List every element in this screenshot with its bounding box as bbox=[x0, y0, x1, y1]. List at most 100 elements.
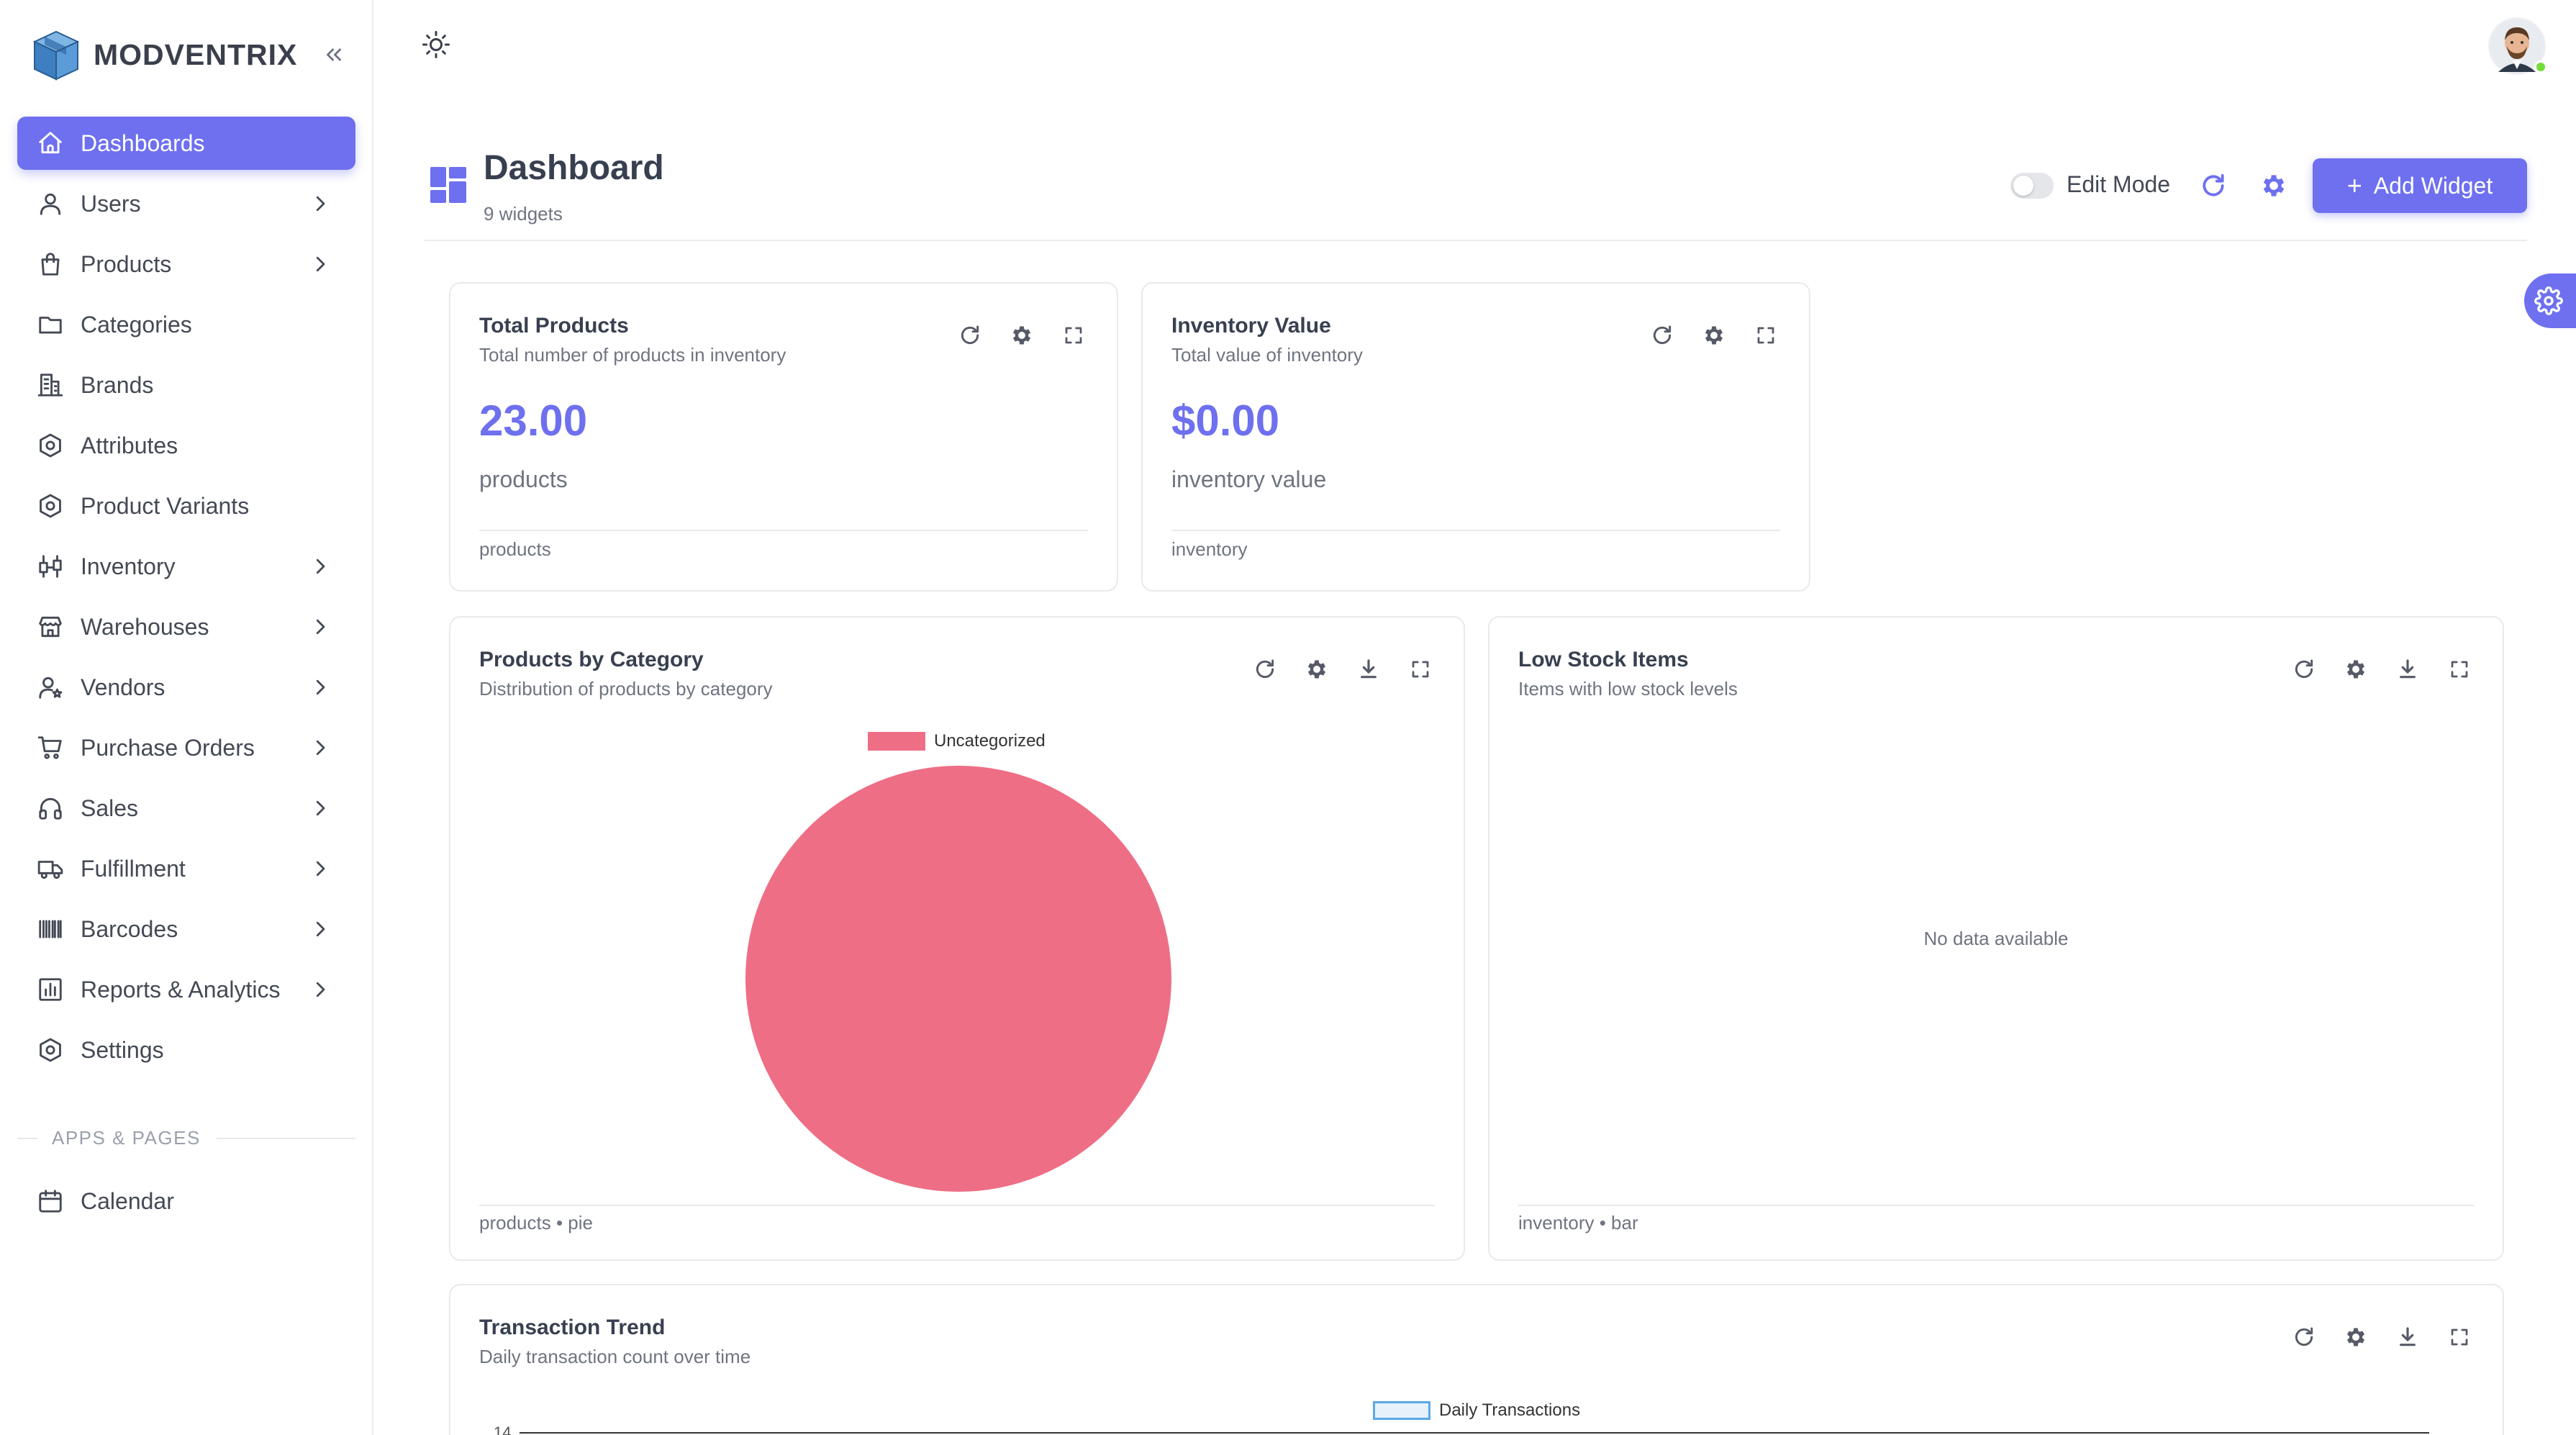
sidebar-item-attributes[interactable]: Attributes bbox=[17, 419, 355, 472]
widget-refresh-button[interactable] bbox=[2290, 1323, 2318, 1352]
chevron-right-icon bbox=[316, 679, 325, 695]
sidebar-item-label: Sales bbox=[81, 795, 139, 821]
sidebar-item-fulfillment[interactable]: Fulfillment bbox=[17, 842, 355, 895]
nav-icon bbox=[36, 733, 65, 762]
chevron-right-icon bbox=[309, 858, 331, 879]
sidebar-item-inventory[interactable]: Inventory bbox=[17, 540, 355, 593]
dashboard-settings-button[interactable] bbox=[2257, 168, 2291, 203]
transfer-icon bbox=[39, 555, 62, 578]
headphones-icon bbox=[39, 797, 62, 820]
nav-icon bbox=[36, 310, 65, 339]
chevron-right-icon bbox=[316, 800, 325, 816]
gear-icon bbox=[1307, 660, 1326, 679]
kpi-value: 23.00 bbox=[479, 397, 588, 445]
section-label: APPS & PAGES bbox=[17, 1127, 355, 1149]
gear-icon bbox=[1012, 326, 1031, 345]
chevron-right-icon bbox=[316, 619, 325, 635]
sidebar-item-brands[interactable]: Brands bbox=[17, 358, 355, 412]
line-legend-swatch bbox=[1373, 1401, 1430, 1420]
edit-mode-toggle[interactable] bbox=[2010, 173, 2054, 199]
refresh-dashboard-button[interactable] bbox=[2196, 168, 2231, 203]
brand-logo-icon bbox=[32, 30, 80, 81]
fullscreen-icon bbox=[1065, 327, 1082, 344]
sidebar-item-label: Settings bbox=[81, 1036, 164, 1063]
widget-title: Inventory Value bbox=[1171, 314, 1331, 338]
sidebar-item-barcodes[interactable]: Barcodes bbox=[17, 902, 355, 956]
sidebar-apps-nav: Calendar bbox=[17, 1174, 355, 1235]
hexagon-icon bbox=[40, 433, 61, 458]
sidebar-item-label: Reports & Analytics bbox=[81, 976, 281, 1002]
sidebar-item-label: Calendar bbox=[81, 1187, 174, 1214]
widget-refresh-button[interactable] bbox=[956, 321, 984, 350]
widget-fullscreen-button[interactable] bbox=[1751, 321, 1780, 350]
widget-title: Products by Category bbox=[479, 648, 704, 671]
widget-subtitle: Distribution of products by category bbox=[479, 678, 773, 700]
sidebar-item-label: Warehouses bbox=[81, 613, 209, 640]
chevron-right-icon bbox=[316, 558, 325, 574]
fullscreen-icon bbox=[2451, 1328, 2468, 1346]
sidebar-item-label: Attributes bbox=[81, 432, 178, 458]
customizer-button[interactable] bbox=[2524, 273, 2576, 328]
chevron-right-icon bbox=[309, 556, 331, 577]
sidebar-item-calendar[interactable]: Calendar bbox=[17, 1174, 355, 1228]
widget-download-button[interactable] bbox=[1354, 655, 1383, 684]
sidebar-item-products[interactable]: Products bbox=[17, 237, 355, 291]
pie-legend[interactable]: Uncategorized bbox=[868, 731, 1046, 751]
user-icon bbox=[40, 193, 61, 215]
widget-subtitle: Total number of products in inventory bbox=[479, 344, 786, 366]
widget-settings-button[interactable] bbox=[2341, 1323, 2370, 1352]
calendar-icon bbox=[39, 1190, 62, 1213]
widget-settings-button[interactable] bbox=[1700, 321, 1728, 350]
widget-download-button[interactable] bbox=[2393, 1323, 2422, 1352]
nav-icon bbox=[36, 673, 65, 702]
chevron-right-icon bbox=[309, 737, 331, 759]
chevron-right-icon bbox=[316, 982, 325, 997]
sidebar-item-vendors[interactable]: Vendors bbox=[17, 661, 355, 714]
sidebar-item-reports-analytics[interactable]: Reports & Analytics bbox=[17, 963, 355, 1016]
widget-fullscreen-button[interactable] bbox=[1059, 321, 1088, 350]
line-legend[interactable]: Daily Transactions bbox=[1373, 1400, 1580, 1421]
avatar[interactable] bbox=[2488, 17, 2547, 75]
nav-icon bbox=[36, 612, 65, 641]
add-widget-button[interactable]: + Add Widget bbox=[2313, 158, 2527, 213]
sidebar-item-label: Users bbox=[81, 190, 141, 217]
sidebar-item-warehouses[interactable]: Warehouses bbox=[17, 600, 355, 653]
fullscreen-icon bbox=[1757, 327, 1774, 344]
chevron-right-icon bbox=[316, 861, 325, 877]
building-icon bbox=[37, 374, 63, 397]
brand[interactable]: MODVENTRIX bbox=[32, 26, 297, 83]
theme-toggle-button[interactable] bbox=[419, 27, 453, 62]
sidebar-item-settings[interactable]: Settings bbox=[17, 1023, 355, 1077]
store-icon bbox=[39, 616, 62, 638]
sidebar-item-users[interactable]: Users bbox=[17, 177, 355, 230]
widget-subtitle: Total value of inventory bbox=[1171, 344, 1363, 366]
pie-slice-uncategorized[interactable] bbox=[745, 766, 1171, 1192]
sidebar-item-purchase-orders[interactable]: Purchase Orders bbox=[17, 721, 355, 774]
chevron-right-icon bbox=[309, 616, 331, 638]
plus-icon: + bbox=[2346, 171, 2362, 200]
widget-fullscreen-button[interactable] bbox=[2445, 1323, 2474, 1352]
sidebar-item-dashboards[interactable]: Dashboards bbox=[17, 117, 355, 170]
chevron-right-icon bbox=[316, 196, 325, 212]
widget-refresh-button[interactable] bbox=[1648, 321, 1677, 350]
widget-settings-button[interactable] bbox=[1007, 321, 1036, 350]
widget-refresh-button[interactable] bbox=[1251, 655, 1279, 684]
widget-count: 9 widgets bbox=[484, 203, 563, 225]
widget-actions bbox=[933, 321, 1088, 350]
sidebar-item-label: Categories bbox=[81, 311, 192, 338]
widget-settings-button[interactable] bbox=[1302, 655, 1331, 684]
sidebar-item-product-variants[interactable]: Product Variants bbox=[17, 479, 355, 533]
widget-fullscreen-button[interactable] bbox=[1406, 655, 1435, 684]
sidebar-item-categories[interactable]: Categories bbox=[17, 298, 355, 351]
collapse-sidebar-button[interactable] bbox=[317, 37, 351, 72]
sidebar-item-sales[interactable]: Sales bbox=[17, 782, 355, 835]
header-divider bbox=[425, 240, 2527, 241]
gear-icon bbox=[2534, 286, 2563, 315]
sidebar-item-label: Inventory bbox=[81, 553, 176, 579]
nav-icon bbox=[36, 975, 65, 1004]
sidebar-item-label: Dashboards bbox=[81, 130, 205, 156]
widget-footer: products • pie bbox=[479, 1212, 593, 1233]
sidebar-item-label: Brands bbox=[81, 371, 154, 398]
chart-icon bbox=[39, 978, 62, 1001]
nav-icon bbox=[36, 250, 65, 279]
